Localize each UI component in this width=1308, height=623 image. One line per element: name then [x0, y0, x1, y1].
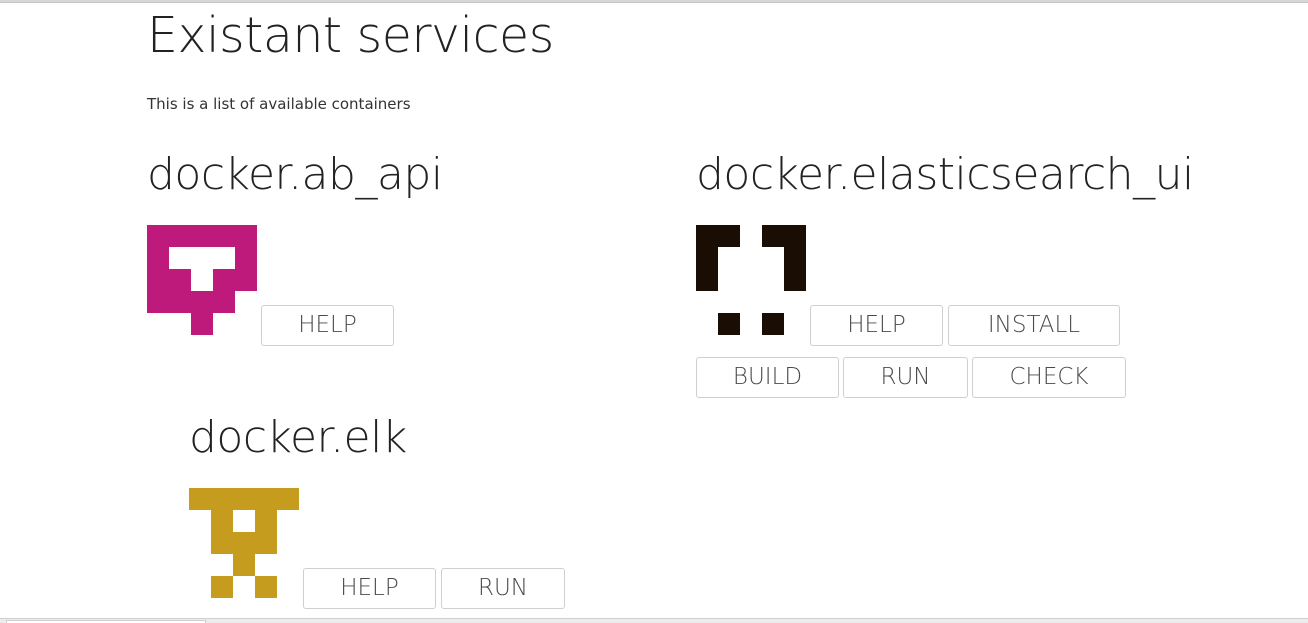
service-title: docker.elk: [189, 412, 407, 463]
help-button[interactable]: HELP: [303, 568, 436, 609]
help-button[interactable]: HELP: [261, 305, 394, 346]
check-button[interactable]: CHECK: [972, 357, 1126, 398]
service-title: docker.ab_api: [147, 149, 443, 200]
build-button[interactable]: BUILD: [696, 357, 839, 398]
service-card-ab-api: docker.ab_api HELP: [147, 148, 667, 348]
run-button[interactable]: RUN: [441, 568, 565, 609]
run-button[interactable]: RUN: [843, 357, 968, 398]
service-card-elasticsearch-ui: docker.elasticsearch_ui HELP INSTALL BUI…: [696, 148, 1256, 408]
identicon-shape: [696, 225, 806, 335]
help-button[interactable]: HELP: [810, 305, 943, 346]
browser-top-edge: [0, 0, 1308, 3]
service-title: docker.elasticsearch_ui: [696, 149, 1194, 200]
page-title: Existant services: [147, 7, 554, 64]
identicon-gold-icon: [189, 488, 299, 598]
identicon-shape: [147, 225, 257, 335]
identicon-shape: [189, 488, 299, 598]
service-card-elk: docker.elk HELP RUN: [189, 411, 609, 616]
install-button[interactable]: INSTALL: [948, 305, 1120, 346]
identicon-magenta-icon: [147, 225, 257, 335]
identicon-black-icon: [696, 225, 806, 335]
page-subtitle: This is a list of available containers: [147, 95, 411, 113]
